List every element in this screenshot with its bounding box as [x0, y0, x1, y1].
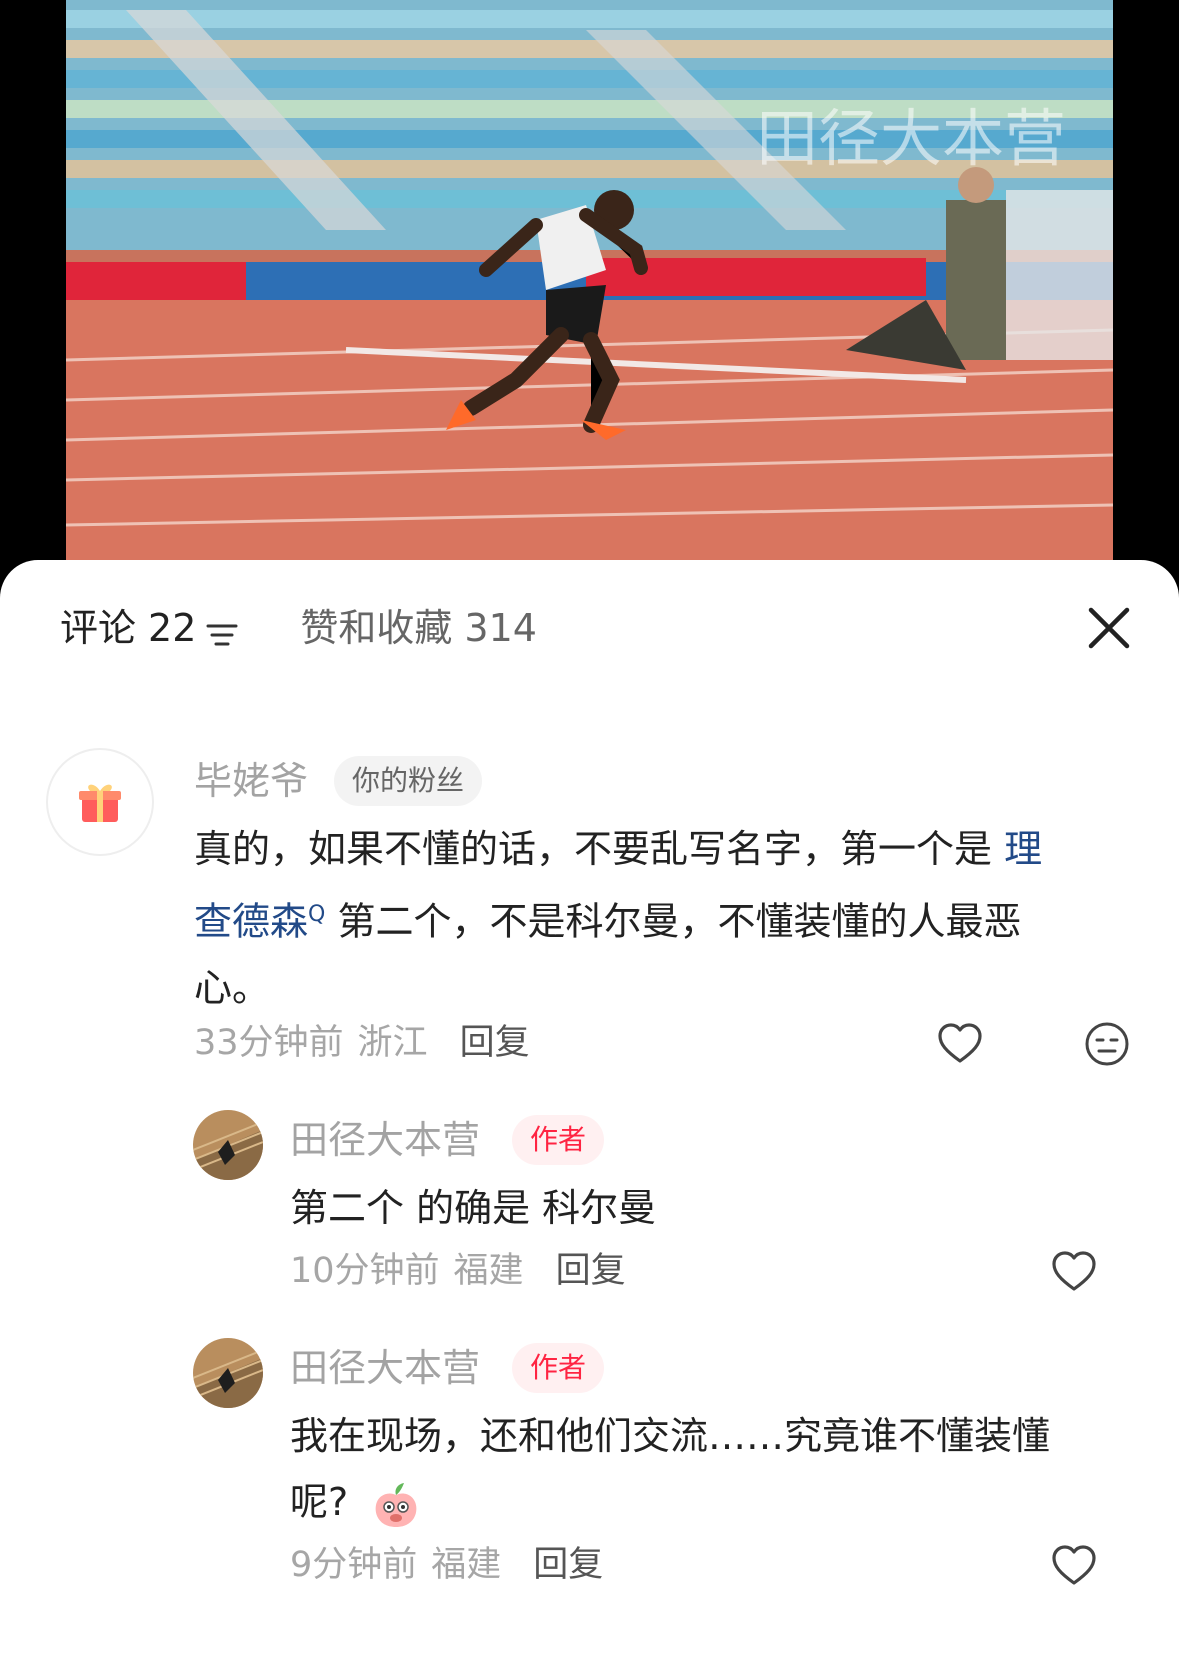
reply-username[interactable]: 田径大本营	[290, 1115, 480, 1165]
reply-location: 福建	[453, 1251, 524, 1291]
comment-text-line1: 真的，如果不懂的话，不要乱写名字，第一个是	[194, 827, 993, 871]
author-badge: 作者	[512, 1343, 605, 1393]
tab-likes-count: 314	[464, 606, 537, 650]
mention-link-cont[interactable]: 查德森	[194, 900, 308, 944]
reply-time: 10分钟前	[290, 1251, 440, 1291]
reply-avatar[interactable]	[193, 1110, 263, 1180]
comment-text-line3: 心。	[194, 965, 271, 1010]
peach-emoji-icon	[370, 1479, 422, 1531]
close-icon[interactable]	[1083, 602, 1135, 654]
reply-text-line2: 呢?	[290, 1480, 349, 1524]
tab-likes-label: 赞和收藏	[300, 606, 453, 650]
search-icon[interactable]: Q	[308, 902, 325, 927]
tab-comments[interactable]: 评论 22	[60, 598, 240, 658]
mention-link[interactable]: 理	[1004, 827, 1042, 871]
avatar[interactable]	[48, 750, 152, 854]
comment-text-line2: 第二个，不是科尔曼，不懂装懂的人最恶	[337, 899, 1022, 944]
heart-icon[interactable]	[936, 1020, 984, 1068]
reply-button[interactable]: 回复	[533, 1540, 603, 1590]
emoji-reaction-icon[interactable]	[1083, 1020, 1131, 1068]
comment-time: 33分钟前	[194, 1023, 344, 1063]
reply-avatar[interactable]	[193, 1338, 263, 1408]
comment-text: 真的，如果不懂的话，不要乱写名字，第一个是 理 查德森Q 第二个，不是科尔曼，不…	[194, 816, 1124, 1021]
author-badge: 作者	[512, 1115, 605, 1165]
fan-badge: 你的粉丝	[334, 756, 483, 806]
reply-location: 福建	[431, 1545, 502, 1585]
tab-comments-label: 评论	[60, 606, 137, 650]
reply-meta: 10分钟前 福建 回复	[290, 1246, 626, 1296]
reply-button[interactable]: 回复	[460, 1018, 530, 1068]
reply-text: 第二个 的确是 科尔曼	[290, 1186, 657, 1230]
comment-location: 浙江	[357, 1023, 428, 1063]
reply-username[interactable]: 田径大本营	[290, 1343, 480, 1393]
video-watermark: 田径大本营	[756, 102, 1066, 175]
reply-button[interactable]: 回复	[556, 1246, 626, 1296]
video-frame[interactable]: 田径大本营	[66, 0, 1113, 560]
tab-comments-count: 22	[148, 606, 197, 650]
gift-icon	[79, 784, 121, 822]
tab-likes-collects[interactable]: 赞和收藏 314	[300, 598, 537, 658]
comment-username[interactable]: 毕姥爷	[194, 756, 308, 806]
sort-icon[interactable]	[204, 610, 240, 646]
reply-time: 9分钟前	[290, 1545, 418, 1585]
heart-icon[interactable]	[1050, 1248, 1098, 1296]
tab-bar: 评论 22 赞和收藏 314	[60, 598, 537, 658]
reply-meta: 9分钟前 福建 回复	[290, 1540, 603, 1590]
comment-meta: 33分钟前 浙江 回复	[194, 1018, 530, 1068]
reply-text-line1: 我在现场，还和他们交流……究竟谁不懂装懂	[290, 1414, 1051, 1458]
reply-text: 我在现场，还和他们交流……究竟谁不懂装懂 呢?	[290, 1403, 1130, 1535]
heart-icon[interactable]	[1050, 1542, 1098, 1590]
